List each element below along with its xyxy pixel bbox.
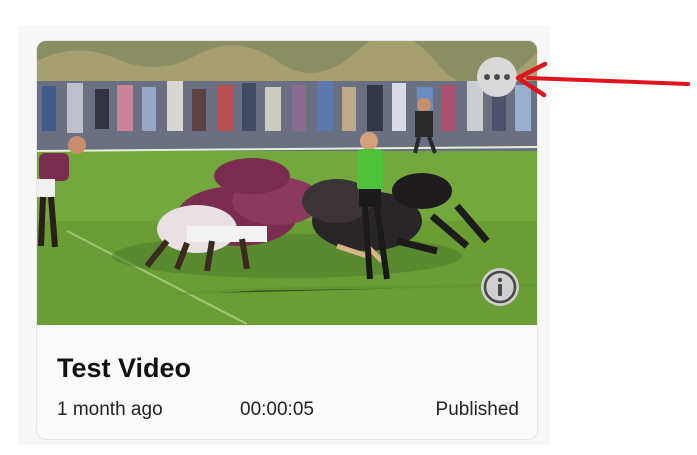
- upload-age: 1 month ago: [57, 399, 163, 420]
- info-button[interactable]: [481, 268, 519, 306]
- more-horizontal-icon-dot: [504, 74, 510, 80]
- video-thumbnail[interactable]: [37, 41, 537, 325]
- video-duration: 00:00:05: [240, 399, 314, 420]
- more-horizontal-icon: [484, 74, 490, 80]
- video-card[interactable]: Test Video 1 month ago 00:00:05 Publishe…: [36, 40, 538, 440]
- info-icon: [483, 270, 517, 304]
- status-label: Published: [435, 399, 519, 420]
- more-horizontal-icon-dot: [494, 74, 500, 80]
- more-options-button[interactable]: [477, 57, 517, 97]
- video-title[interactable]: Test Video: [57, 353, 191, 384]
- rugby-scrum-image: [37, 41, 537, 325]
